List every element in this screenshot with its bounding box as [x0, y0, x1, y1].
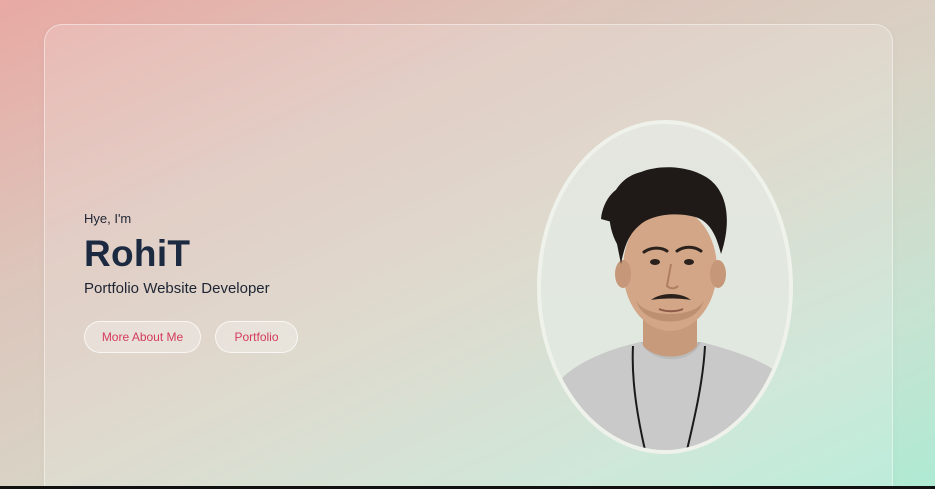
hero-text: Hye, I'm RohiT Portfolio Website Develop… — [84, 210, 298, 353]
more-about-me-button[interactable]: More About Me — [84, 321, 201, 353]
hero-buttons: More About Me Portfolio — [84, 321, 298, 353]
hero-role: Portfolio Website Developer — [84, 280, 270, 297]
greeting-text: Hye, I'm — [84, 211, 132, 226]
profile-photo — [537, 120, 793, 454]
profile-photo-illustration — [541, 124, 789, 450]
portfolio-button[interactable]: Portfolio — [215, 321, 298, 353]
hero-name: RohiT — [84, 233, 191, 274]
